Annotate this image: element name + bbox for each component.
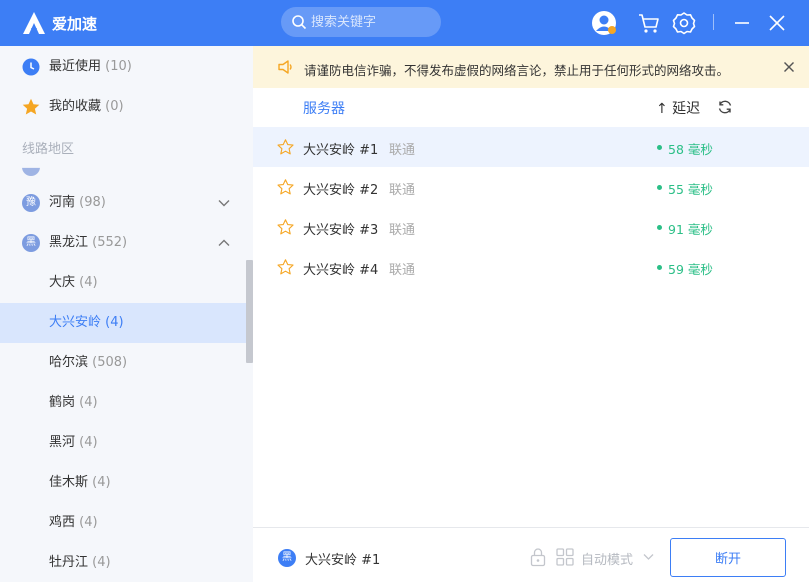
item-count: (4) xyxy=(79,275,98,290)
sidebar-item-favorites[interactable]: 我的收藏 (0) xyxy=(0,87,253,127)
city-label: 鹤岗 xyxy=(49,395,76,410)
search-icon xyxy=(292,15,307,30)
notice-bar: 请谨防电信诈骗，不得发布虚假的网络言论，禁止用于任何形式的网络攻击。 xyxy=(253,46,809,88)
status-dot xyxy=(657,225,662,230)
province-badge xyxy=(22,167,40,176)
province-badge: 黑 xyxy=(278,549,296,567)
star-outline-icon[interactable] xyxy=(277,139,294,155)
header-divider xyxy=(713,14,714,30)
server-name: 大兴安岭 #4 xyxy=(303,263,379,278)
status-dot xyxy=(657,145,662,150)
server-row[interactable]: 大兴安岭 #2 联通 55 毫秒 xyxy=(253,167,809,207)
city-label: 鸡西 xyxy=(49,515,76,530)
close-icon[interactable] xyxy=(764,10,790,36)
sidebar-item-city-selected[interactable]: 大兴安岭 (4) xyxy=(0,303,253,343)
close-icon[interactable] xyxy=(783,61,795,73)
server-name: 大兴安岭 #3 xyxy=(303,223,379,238)
server-isp: 联通 xyxy=(389,223,416,238)
item-count: (4) xyxy=(79,435,98,450)
minimize-icon[interactable] xyxy=(729,10,755,36)
city-label: 大庆 xyxy=(49,275,76,290)
province-badge: 豫 xyxy=(22,194,40,212)
sidebar: 最近使用 (10) 我的收藏 (0) 线路地区 豫 河南 (98) 黑 黑龙江 … xyxy=(0,46,253,582)
star-outline-icon[interactable] xyxy=(277,259,294,275)
item-count: (508) xyxy=(92,355,128,370)
notice-text: 请谨防电信诈骗，不得发布虚假的网络言论，禁止用于任何形式的网络攻击。 xyxy=(304,63,730,78)
item-count: (552) xyxy=(92,235,128,250)
item-count: (98) xyxy=(79,195,106,210)
server-isp: 联通 xyxy=(389,183,416,198)
server-row[interactable]: 大兴安岭 #3 联通 91 毫秒 xyxy=(253,207,809,247)
column-header-delay[interactable]: ↑ 延迟 xyxy=(656,98,700,118)
lock-icon[interactable] xyxy=(529,547,547,567)
sidebar-item-label: 最近使用 xyxy=(49,59,102,74)
chevron-up-icon[interactable] xyxy=(218,238,230,248)
item-count: (10) xyxy=(105,59,132,74)
sidebar-item-label: 黑龙江 xyxy=(49,235,89,250)
sidebar-item-city[interactable]: 佳木斯 (4) xyxy=(0,463,253,503)
sidebar-item-label: 河南 xyxy=(49,195,76,210)
server-isp: 联通 xyxy=(389,143,416,158)
city-label: 哈尔滨 xyxy=(49,355,89,370)
app-title: 爱加速 xyxy=(52,15,98,33)
server-name: 大兴安岭 #2 xyxy=(303,183,379,198)
sidebar-scrollbar[interactable] xyxy=(246,260,253,363)
cart-icon[interactable] xyxy=(636,10,662,36)
item-count: (4) xyxy=(105,315,124,330)
sidebar-item-city[interactable]: 大庆 (4) xyxy=(0,263,253,303)
sidebar-item-city[interactable]: 鸡西 (4) xyxy=(0,503,253,543)
sidebar-item-henan[interactable]: 豫 河南 (98) xyxy=(0,183,253,223)
city-label: 黑河 xyxy=(49,435,76,450)
item-count: (0) xyxy=(105,99,124,114)
server-row[interactable]: 大兴安岭 #4 联通 59 毫秒 xyxy=(253,247,809,287)
disconnect-button[interactable]: 断开 xyxy=(670,538,786,577)
item-count: (4) xyxy=(79,395,98,410)
mode-select[interactable]: 自动模式 xyxy=(581,549,633,568)
star-outline-icon[interactable] xyxy=(277,219,294,235)
current-server-name: 大兴安岭 #1 xyxy=(305,553,381,568)
app-logo-icon xyxy=(23,12,45,34)
refresh-icon[interactable] xyxy=(717,99,733,115)
sidebar-item-label: 我的收藏 xyxy=(49,99,102,114)
server-ping: 55 毫秒 xyxy=(668,182,713,197)
status-footer: 黑 大兴安岭 #1 自动模式 断开 xyxy=(253,527,809,582)
clock-icon xyxy=(22,58,40,76)
sidebar-item-recent[interactable]: 最近使用 (10) xyxy=(0,47,253,87)
sidebar-item-city[interactable]: 牡丹江 (4) xyxy=(0,543,253,582)
sidebar-item-city[interactable]: 哈尔滨 (508) xyxy=(0,343,253,383)
server-isp: 联通 xyxy=(389,263,416,278)
status-dot xyxy=(657,185,662,190)
server-ping: 58 毫秒 xyxy=(668,142,713,157)
item-count: (4) xyxy=(92,475,111,490)
gear-icon[interactable] xyxy=(671,10,697,36)
search-input[interactable] xyxy=(311,7,436,37)
server-row[interactable]: 大兴安岭 #1 联通 58 毫秒 xyxy=(253,127,809,167)
sidebar-item-heilongjiang[interactable]: 黑 黑龙江 (552) xyxy=(0,223,253,263)
chevron-down-icon[interactable] xyxy=(218,198,230,208)
avatar-icon[interactable] xyxy=(591,10,617,36)
item-count: (4) xyxy=(92,555,111,570)
search-box[interactable] xyxy=(281,7,441,37)
star-filled-icon xyxy=(22,98,40,115)
grid-icon xyxy=(556,548,574,566)
sidebar-item-city[interactable]: 黑河 (4) xyxy=(0,423,253,463)
item-count: (4) xyxy=(79,515,98,530)
status-dot xyxy=(657,265,662,270)
section-label: 线路地区 xyxy=(22,142,75,157)
megaphone-icon xyxy=(278,60,292,74)
city-label: 大兴安岭 xyxy=(49,315,102,330)
title-bar: 爱加速 xyxy=(0,0,809,46)
city-label: 牡丹江 xyxy=(49,555,89,570)
star-outline-icon[interactable] xyxy=(277,179,294,195)
city-label: 佳木斯 xyxy=(49,475,89,490)
server-name: 大兴安岭 #1 xyxy=(303,143,379,158)
column-header-server[interactable]: 服务器 xyxy=(303,98,345,118)
province-badge: 黑 xyxy=(22,234,40,252)
server-ping: 59 毫秒 xyxy=(668,262,713,277)
chevron-down-icon[interactable] xyxy=(643,553,654,561)
server-ping: 91 毫秒 xyxy=(668,222,713,237)
sidebar-item-city[interactable]: 鹤岗 (4) xyxy=(0,383,253,423)
